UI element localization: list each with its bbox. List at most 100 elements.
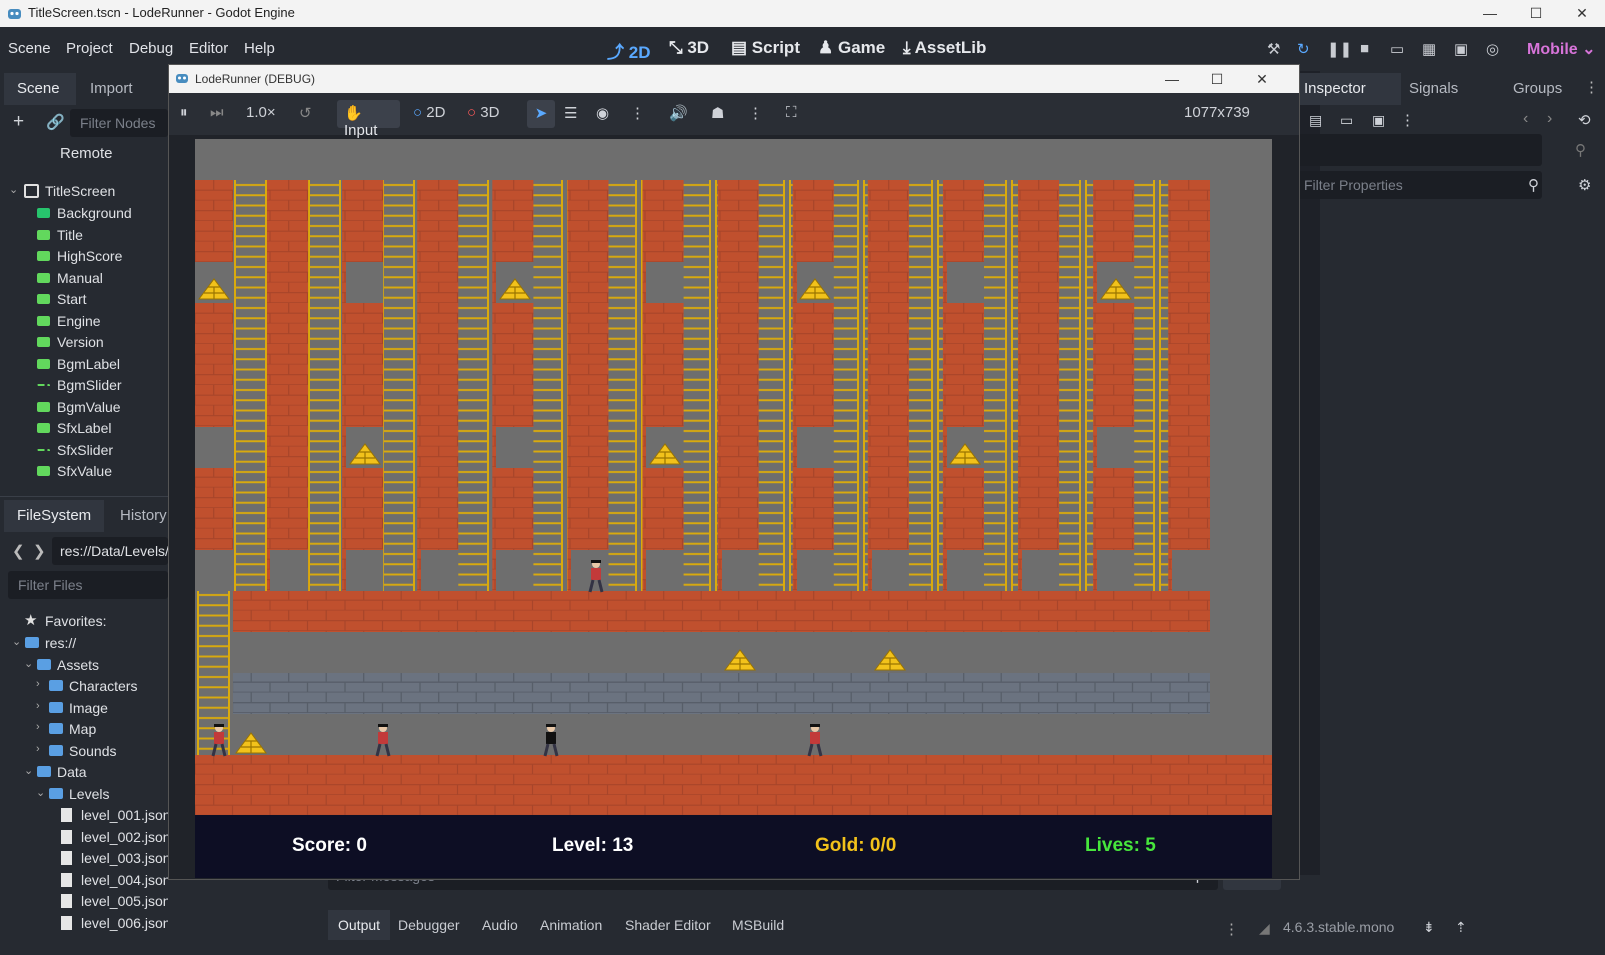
pin-icon[interactable]: ⇟ xyxy=(1423,919,1435,936)
save-icon[interactable]: ▣ xyxy=(1372,112,1385,129)
link-icon[interactable]: 🔗 xyxy=(46,113,65,131)
camera-override-icon[interactable]: ☗ xyxy=(711,104,724,122)
favorites-row[interactable]: ★ Favorites: xyxy=(0,610,168,632)
folder-sounds[interactable]: › Sounds xyxy=(0,740,168,762)
scene-node-sfxvalue[interactable]: SfxValue xyxy=(0,460,168,482)
renderer-selector[interactable]: Mobile ⌄ xyxy=(1527,39,1596,59)
stop-icon[interactable]: ■ xyxy=(1360,40,1369,57)
game-viewport[interactable]: Score: 0 Level: 13 Gold: 0/0 Lives: 5 xyxy=(195,139,1272,878)
tab-signals[interactable]: Signals xyxy=(1409,73,1458,105)
run-scene-icon[interactable]: ▦ xyxy=(1422,40,1436,58)
hammer-icon[interactable]: ⚒ xyxy=(1267,40,1280,58)
reload-icon[interactable]: ↻ xyxy=(1297,40,1310,58)
filter-settings-icon[interactable]: ⚙ xyxy=(1578,176,1591,194)
chevron-down-icon[interactable]: ⌄ xyxy=(24,657,33,670)
filter-files-input[interactable]: Filter Files xyxy=(8,571,168,599)
minimize-button[interactable]: — xyxy=(1467,0,1513,27)
file-level-005-json[interactable]: level_005.json xyxy=(0,890,168,912)
filter-nodes-input[interactable]: Filter Nodes xyxy=(70,109,168,137)
more-icon[interactable]: ⋮ xyxy=(1584,78,1599,96)
mode-script-button[interactable]: ▤ Script xyxy=(731,38,800,58)
scene-node-sfxslider[interactable]: SfxSlider xyxy=(0,439,168,461)
suspend-icon[interactable]: ⏸ xyxy=(180,104,188,121)
chevron-right-icon[interactable]: › xyxy=(36,743,40,755)
resource-menu-icon[interactable]: ⋮ xyxy=(1400,111,1415,129)
scene-node-sfxlabel[interactable]: SfxLabel xyxy=(0,417,168,439)
new-resource-icon[interactable]: ▤ xyxy=(1309,112,1322,129)
forward-icon[interactable]: ❯ xyxy=(33,542,46,560)
tab-filesystem[interactable]: FileSystem xyxy=(4,500,104,532)
folder-levels[interactable]: ⌄ Levels xyxy=(0,783,168,805)
scene-node-bgmslider[interactable]: BgmSlider xyxy=(0,374,168,396)
tab-groups[interactable]: Groups xyxy=(1513,73,1562,105)
mode-assetlib-button[interactable]: ⤓ AssetLib xyxy=(903,38,986,58)
game-maximize-button[interactable]: ☐ xyxy=(1194,65,1240,93)
camera-eye-icon[interactable]: ◉ xyxy=(596,104,609,122)
select-3d-toggle[interactable]: ○ 3D xyxy=(467,104,499,121)
folder-image[interactable]: › Image xyxy=(0,697,168,719)
chevron-down-icon[interactable]: ⌄ xyxy=(12,635,21,648)
menu-project[interactable]: Project xyxy=(66,40,113,57)
fullscreen-icon[interactable]: ⛶ xyxy=(786,104,797,121)
menu-editor[interactable]: Editor xyxy=(189,40,228,57)
next-frame-icon[interactable]: ⏭ xyxy=(210,104,224,121)
scene-node-engine[interactable]: Engine xyxy=(0,310,168,332)
folder-map[interactable]: › Map xyxy=(0,718,168,740)
file-level-002-json[interactable]: level_002.json xyxy=(0,826,168,848)
select-mode-icon[interactable]: ➤ xyxy=(527,100,555,128)
more-options-icon[interactable]: ⋮ xyxy=(630,104,645,122)
history-forward-icon[interactable]: › xyxy=(1547,110,1552,128)
scene-node-highscore[interactable]: HighScore xyxy=(0,245,168,267)
scene-tree-root[interactable]: ⌄ TitleScreen xyxy=(0,180,168,202)
back-icon[interactable]: ❮ xyxy=(12,542,25,560)
mode-3d-button[interactable]: ⤡ 3D xyxy=(669,38,709,58)
folder-res-[interactable]: ⌄ res:// xyxy=(0,632,168,654)
tab-audio[interactable]: Audio xyxy=(472,910,528,940)
filter-properties-input[interactable]: Filter Properties xyxy=(1296,171,1542,199)
folder-data[interactable]: ⌄ Data xyxy=(0,761,168,783)
expand-panel-icon[interactable]: ⇡ xyxy=(1455,919,1467,936)
menu-debug[interactable]: Debug xyxy=(129,40,173,57)
scene-node-start[interactable]: Start xyxy=(0,288,168,310)
camera-menu-icon[interactable]: ⋮ xyxy=(748,104,763,122)
movie-maker-icon[interactable]: ◎ xyxy=(1486,40,1499,58)
speed-button[interactable]: 1.0× xyxy=(246,104,276,121)
path-field[interactable]: res://Data/Levels/ xyxy=(52,537,168,565)
object-search-icon[interactable]: ⚲ xyxy=(1575,141,1586,159)
tab-animation[interactable]: Animation xyxy=(530,910,612,940)
folder-characters[interactable]: › Characters xyxy=(0,675,168,697)
list-select-icon[interactable]: ☰ xyxy=(564,104,577,122)
run-custom-scene-icon[interactable]: ▣ xyxy=(1454,40,1468,58)
menu-scene[interactable]: Scene xyxy=(8,40,51,57)
history-icon[interactable]: ⟲ xyxy=(1578,111,1591,129)
tab-scene[interactable]: Scene xyxy=(4,73,76,105)
scene-node-bgmlabel[interactable]: BgmLabel xyxy=(0,353,168,375)
maximize-button[interactable]: ☐ xyxy=(1513,0,1559,27)
menu-help[interactable]: Help xyxy=(244,40,275,57)
mode-2d-button[interactable]: ⤴ 2D xyxy=(607,38,650,63)
add-node-icon[interactable]: + xyxy=(13,111,24,133)
speaker-icon[interactable]: 🔊 xyxy=(669,104,688,122)
more-icon[interactable]: ⋮ xyxy=(1224,920,1239,938)
chevron-right-icon[interactable]: › xyxy=(36,678,40,690)
tab-debugger[interactable]: Debugger xyxy=(388,910,470,940)
file-level-004-json[interactable]: level_004.json xyxy=(0,869,168,891)
tab-import[interactable]: Import xyxy=(90,73,133,105)
close-button[interactable]: ✕ xyxy=(1559,0,1605,27)
chevron-down-icon[interactable]: ⌄ xyxy=(36,786,45,799)
remote-debug-icon[interactable]: ▭ xyxy=(1390,40,1404,58)
pause-icon[interactable]: ❚❚ xyxy=(1327,40,1352,58)
chevron-down-icon[interactable]: ⌄ xyxy=(24,764,33,777)
scene-node-version[interactable]: Version xyxy=(0,331,168,353)
tab-inspector[interactable]: Inspector xyxy=(1298,73,1401,105)
reset-speed-icon[interactable]: ↺ xyxy=(299,104,312,122)
scene-node-manual[interactable]: Manual xyxy=(0,267,168,289)
select-2d-toggle[interactable]: ○ 2D xyxy=(413,104,445,121)
tab-output[interactable]: Output xyxy=(328,910,391,940)
game-close-button[interactable]: ✕ xyxy=(1239,65,1285,93)
tab-shader-editor[interactable]: Shader Editor xyxy=(615,910,721,940)
scene-node-bgmvalue[interactable]: BgmValue xyxy=(0,396,168,418)
file-level-001-json[interactable]: level_001.json xyxy=(0,804,168,826)
chevron-right-icon[interactable]: › xyxy=(36,721,40,733)
tab-msbuild[interactable]: MSBuild xyxy=(722,910,794,940)
